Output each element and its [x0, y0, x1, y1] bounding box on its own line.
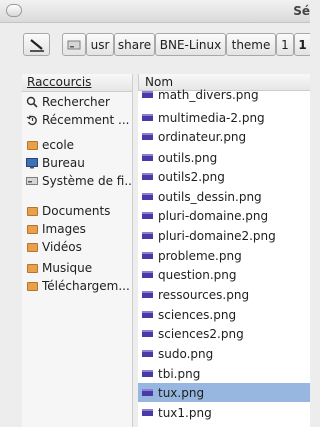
image-file-icon — [142, 370, 153, 377]
image-file-icon — [142, 212, 153, 219]
music-folder-icon — [26, 262, 38, 274]
file-name: outils2.png — [158, 169, 225, 184]
path-button-theme[interactable]: theme — [226, 33, 276, 56]
file-row[interactable]: tux1.png — [138, 403, 310, 422]
recent-icon — [26, 114, 38, 126]
image-file-icon — [142, 350, 153, 357]
file-name: tux.png — [158, 385, 205, 400]
sidebar-item-documents[interactable]: Documents — [22, 202, 132, 220]
sidebar-item-videos[interactable]: Vidéos — [22, 238, 132, 256]
file-name: tbi.png — [158, 366, 201, 381]
path-button-1[interactable]: 1 — [276, 33, 294, 56]
file-row[interactable]: tbi.png — [138, 364, 310, 383]
sidebar-item-label: Récemment ... — [42, 113, 130, 127]
drive-icon — [26, 175, 38, 187]
file-name: multimedia-2.png — [158, 110, 265, 125]
image-file-icon — [142, 133, 153, 140]
documents-folder-icon — [26, 205, 38, 217]
drive-icon — [67, 40, 81, 49]
sidebar-item-ecole[interactable]: ecole — [22, 136, 132, 154]
home-folder-icon — [26, 139, 38, 151]
image-file-icon — [142, 291, 153, 298]
sidebar-item-recemment[interactable]: Récemment ... — [22, 111, 132, 129]
path-toolbar: usr share BNE-Linux theme 1 1 — [0, 23, 310, 63]
image-file-icon — [142, 154, 153, 161]
file-row[interactable]: ordinateur.png — [138, 127, 310, 146]
image-file-icon — [142, 311, 153, 318]
sidebar-item-label: Documents — [42, 204, 111, 218]
sidebar-item-label: ecole — [42, 138, 75, 152]
file-row[interactable]: outils_dessin.png — [138, 187, 310, 206]
file-name: tux1.png — [158, 405, 212, 420]
file-name: ordinateur.png — [158, 129, 247, 144]
image-file-icon — [142, 409, 153, 416]
file-name: math_divers.png — [158, 87, 259, 102]
file-name: sciences.png — [158, 307, 237, 322]
sidebar-item-label: Bureau — [42, 156, 85, 170]
path-button-usr[interactable]: usr — [86, 33, 114, 56]
edit-location-button[interactable] — [23, 33, 50, 56]
file-row[interactable]: sudo.png — [138, 344, 310, 363]
file-row[interactable]: question.png — [138, 265, 310, 284]
file-name: ressources.png — [158, 287, 250, 302]
file-row[interactable]: math_divers.png — [138, 85, 310, 104]
file-name: sudo.png — [158, 346, 214, 361]
title-bar: Sé — [0, 0, 310, 23]
image-file-icon — [142, 389, 153, 396]
sidebar-item-rechercher[interactable]: Rechercher — [22, 93, 132, 111]
desktop-icon — [26, 157, 38, 169]
sidebar-item-label: Système de fi... — [42, 174, 132, 188]
image-file-icon — [142, 252, 153, 259]
sidebar-item-label: Musique — [42, 261, 93, 275]
path-button-share[interactable]: share — [114, 33, 155, 56]
image-file-icon — [142, 173, 153, 180]
file-row[interactable]: ressources.png — [138, 285, 310, 304]
sidebar-header[interactable]: Raccourcis — [22, 74, 132, 92]
image-file-icon — [142, 330, 153, 337]
file-row[interactable]: outils.png — [138, 148, 310, 167]
sidebar-item-systeme-de-fichiers[interactable]: Système de fi... — [22, 172, 132, 190]
pencil-icon — [29, 38, 44, 52]
image-file-icon — [142, 271, 153, 278]
file-name: outils_dessin.png — [158, 189, 262, 204]
image-file-icon — [142, 114, 153, 121]
file-name: sciences2.png — [158, 326, 244, 341]
sidebar-item-label: Rechercher — [42, 95, 110, 109]
image-file-icon — [142, 193, 153, 200]
file-row[interactable]: pluri-domaine2.png — [138, 226, 310, 245]
file-list[interactable]: Nom math_divers.png multimedia-2.png ord… — [138, 74, 310, 427]
window-menu-button[interactable] — [6, 4, 22, 17]
sidebar-item-images[interactable]: Images — [22, 220, 132, 238]
file-name: probleme.png — [158, 248, 242, 263]
downloads-folder-icon — [26, 280, 38, 292]
file-row[interactable]: outils2.png — [138, 167, 310, 186]
places-sidebar: Raccourcis Rechercher Récemment ... ecol… — [22, 74, 133, 427]
filesystem-root-button[interactable] — [62, 33, 86, 56]
file-name: pluri-domaine.png — [158, 208, 269, 223]
videos-folder-icon — [26, 241, 38, 253]
file-name: outils.png — [158, 150, 218, 165]
file-row[interactable]: multimedia-2.png — [138, 108, 310, 127]
file-row[interactable]: sciences.png — [138, 305, 310, 324]
sidebar-item-musique[interactable]: Musique — [22, 259, 132, 277]
sidebar-item-label: Images — [42, 222, 86, 236]
file-name: question.png — [158, 267, 237, 282]
path-button-1-current[interactable]: 1 — [294, 33, 310, 56]
file-row[interactable]: probleme.png — [138, 246, 310, 265]
file-row[interactable]: pluri-domaine.png — [138, 206, 310, 225]
window-title: Sé — [293, 4, 310, 18]
path-button-bne-linux[interactable]: BNE-Linux — [155, 33, 226, 56]
file-row[interactable]: sciences2.png — [138, 324, 310, 343]
image-file-icon — [142, 91, 153, 98]
sidebar-item-label: Vidéos — [42, 240, 82, 254]
sidebar-item-telechargements[interactable]: Téléchargem... — [22, 277, 132, 295]
sidebar-item-label: Téléchargem... — [42, 279, 130, 293]
sidebar-item-bureau[interactable]: Bureau — [22, 154, 132, 172]
file-row-selected[interactable]: tux.png — [138, 383, 310, 402]
file-name: pluri-domaine2.png — [158, 228, 276, 243]
pictures-folder-icon — [26, 223, 38, 235]
search-icon — [26, 96, 38, 108]
image-file-icon — [142, 232, 153, 239]
